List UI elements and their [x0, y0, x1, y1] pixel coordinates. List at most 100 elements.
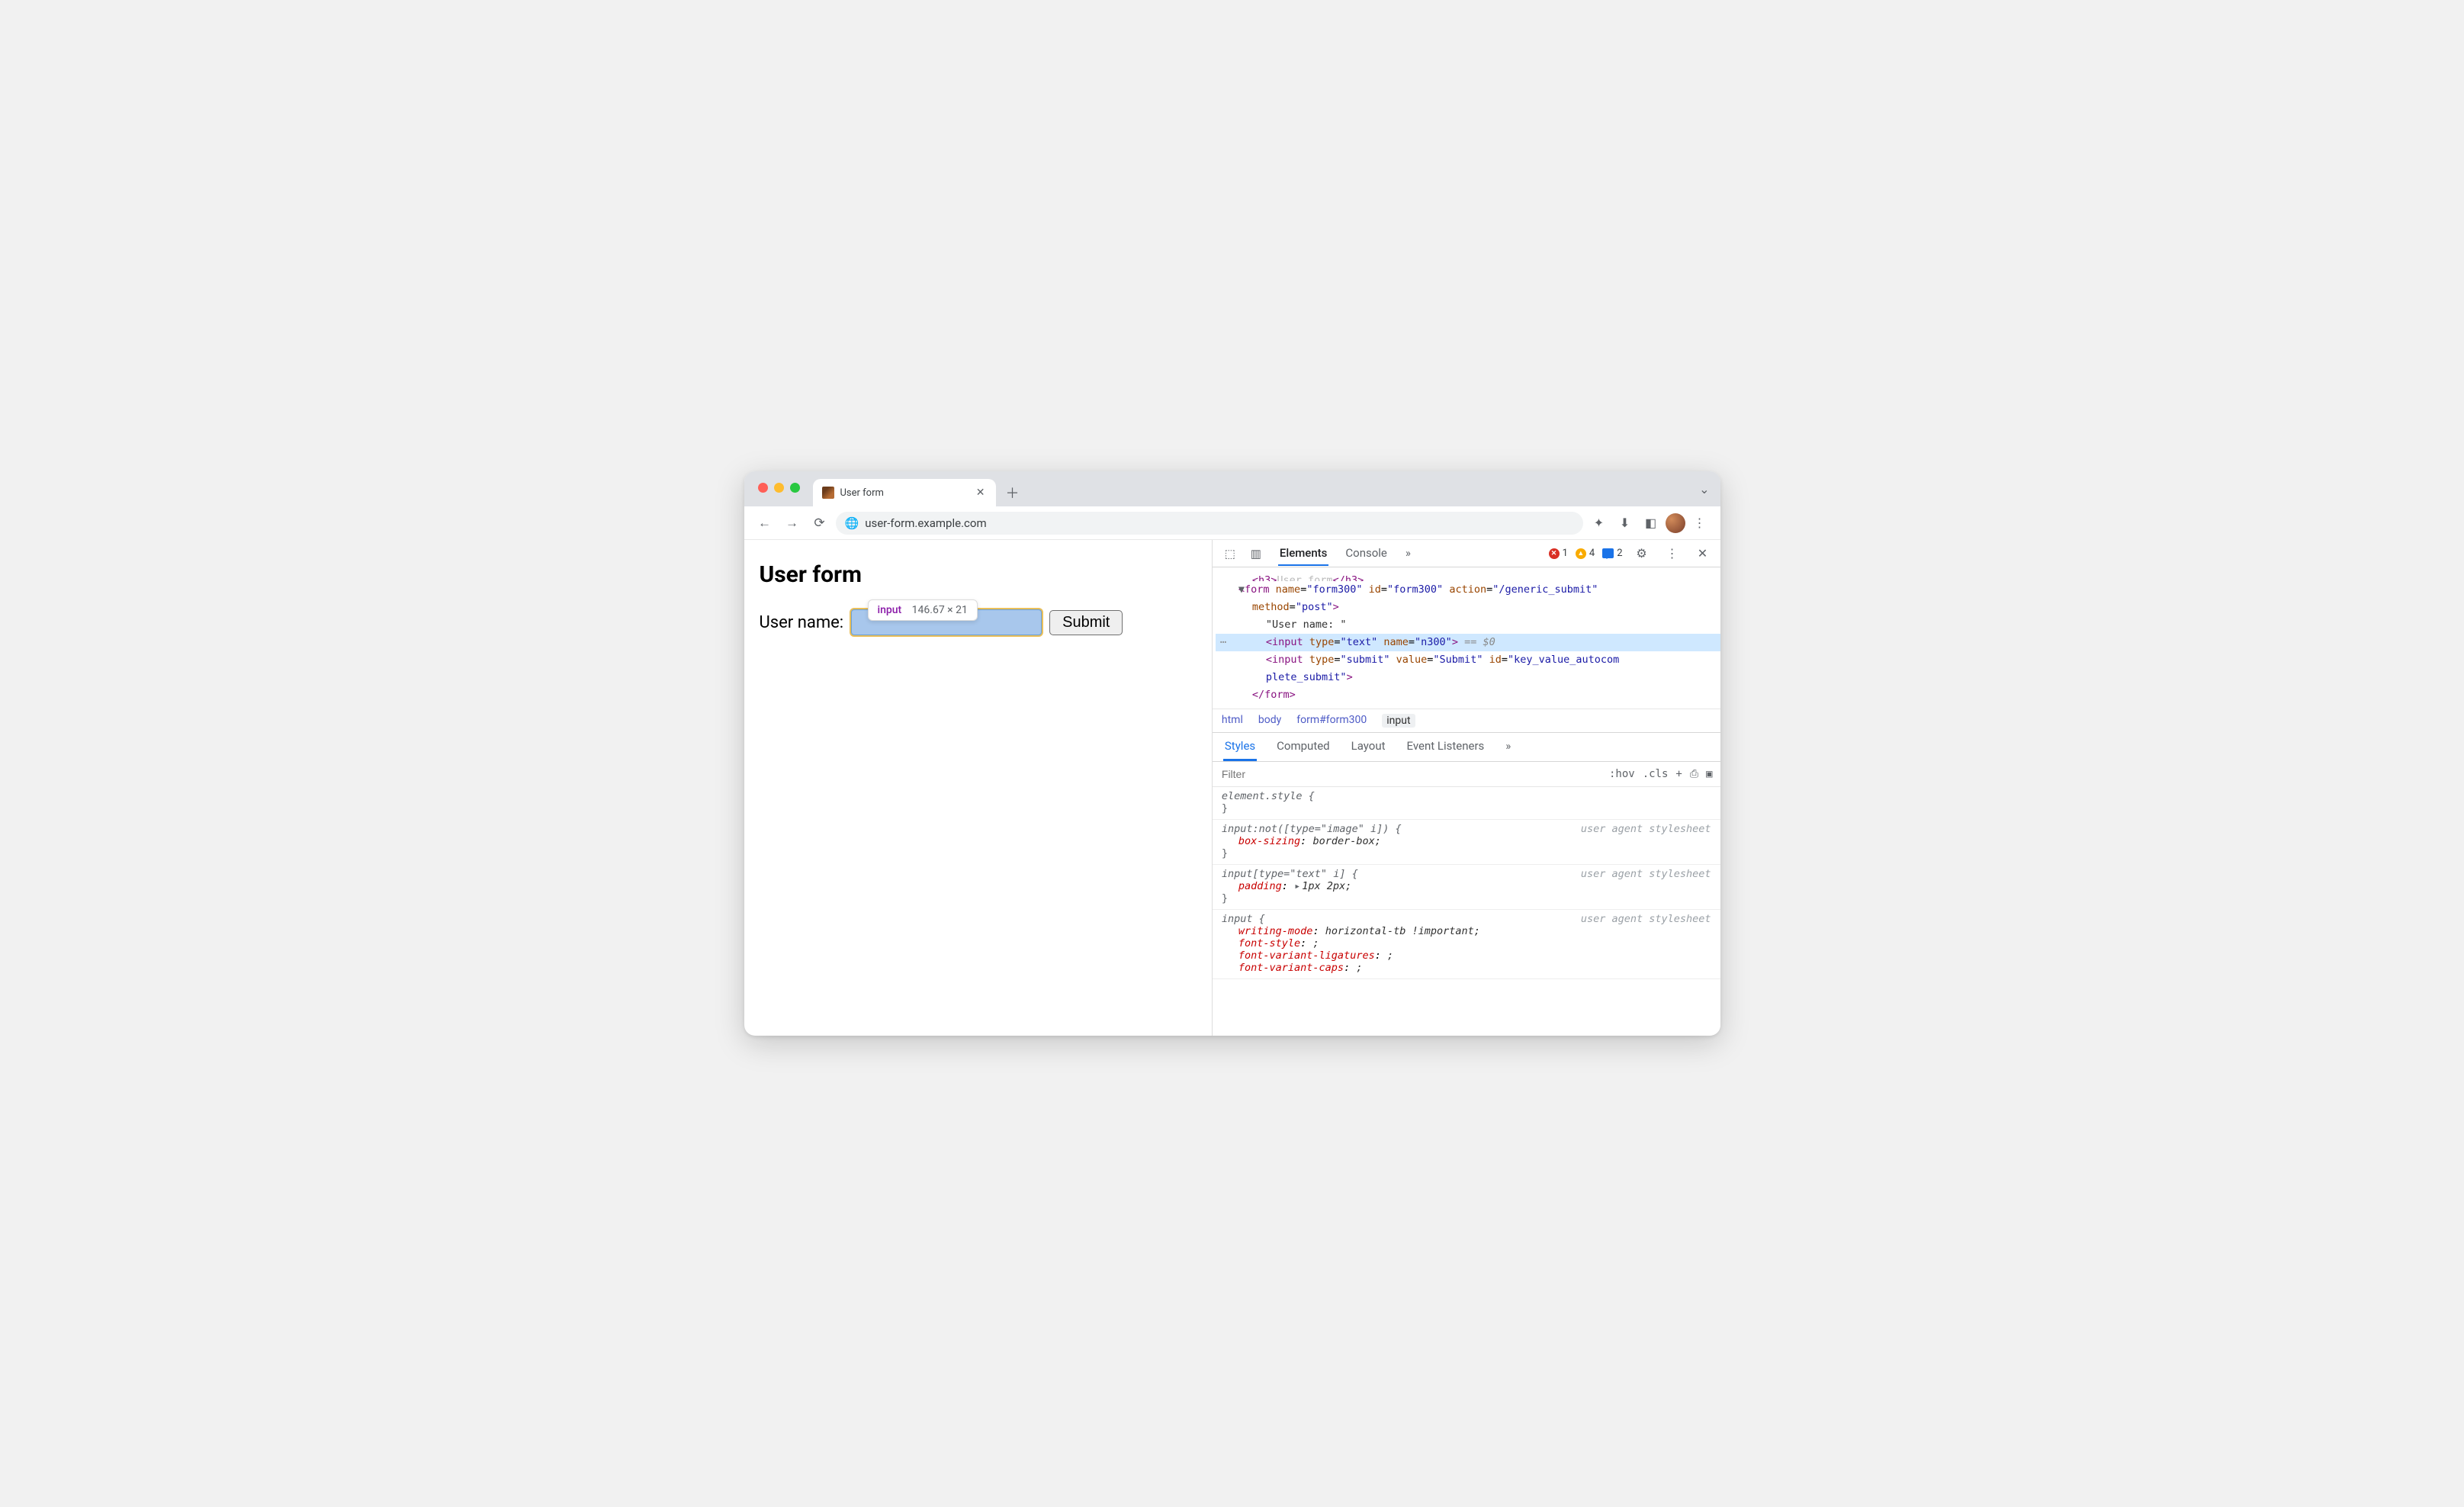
rule-val: border-box;: [1312, 835, 1380, 847]
breadcrumb: html body form#form300 input: [1213, 709, 1720, 733]
window-controls: [758, 483, 800, 493]
reload-button[interactable]: ⟳: [808, 512, 831, 535]
tabs-dropdown-button[interactable]: ⌄: [1699, 482, 1709, 496]
toggle-panel-icon[interactable]: ▣: [1706, 768, 1712, 780]
username-label: User name:: [760, 613, 844, 632]
devtools-tabs: Elements Console »: [1278, 541, 1412, 566]
rule-prop: font-style: [1238, 937, 1300, 950]
rule-input-text: input[type="text" i] { user agent stylesh…: [1213, 865, 1720, 910]
dom-selected-node[interactable]: <input type="text" name="n300"> == $0: [1216, 634, 1720, 651]
tab-styles[interactable]: Styles: [1223, 733, 1257, 761]
rule-selector: input {: [1222, 913, 1265, 925]
rule-close: }: [1222, 892, 1711, 905]
error-count: 1: [1563, 548, 1568, 559]
favicon-icon: [822, 487, 834, 499]
browser-window: User form ✕ ＋ ⌄ ← → ⟳ 🌐 user-form.exampl…: [744, 471, 1720, 1036]
new-tab-button[interactable]: ＋: [1002, 482, 1023, 503]
tab-more[interactable]: »: [1404, 541, 1412, 566]
page-viewport: User form input 146.67 × 21 User name: S…: [744, 540, 1213, 1036]
rule-input: input { user agent stylesheet writing-mod…: [1213, 910, 1720, 979]
devtools-panel: ⬚ ▥ Elements Console » ✕1 ▲4 2 ⚙ ⋮ ✕ <h3…: [1213, 540, 1720, 1036]
tab-event-listeners[interactable]: Event Listeners: [1405, 733, 1486, 761]
crumb-html[interactable]: html: [1222, 714, 1243, 728]
styles-filter-row: :hov .cls + ⎙ ▣: [1213, 762, 1720, 787]
tab-styles-more[interactable]: »: [1504, 733, 1512, 761]
page-heading: User form: [760, 561, 1197, 588]
rule-val: horizontal-tb !important;: [1325, 925, 1480, 937]
inspect-tooltip-size: 146.67 × 21: [912, 604, 968, 616]
rule-prop: writing-mode: [1238, 925, 1313, 937]
styles-tabs: Styles Computed Layout Event Listeners »: [1213, 733, 1720, 762]
warning-badge[interactable]: ▲4: [1576, 548, 1595, 559]
devtools-top-bar: ⬚ ▥ Elements Console » ✕1 ▲4 2 ⚙ ⋮ ✕: [1213, 540, 1720, 567]
tab-layout[interactable]: Layout: [1350, 733, 1387, 761]
submit-button[interactable]: Submit: [1049, 610, 1123, 635]
minimize-window-button[interactable]: [774, 483, 784, 493]
format-icon[interactable]: ⎙: [1690, 768, 1698, 780]
rule-close: }: [1222, 802, 1711, 815]
rule-source: user agent stylesheet: [1581, 913, 1711, 925]
rule-val: 1px 2px;: [1302, 880, 1351, 892]
rule-prop: box-sizing: [1238, 835, 1300, 847]
tab-computed[interactable]: Computed: [1275, 733, 1332, 761]
browser-tab[interactable]: User form ✕: [813, 479, 996, 506]
rule-selector: input[type="text" i] {: [1222, 868, 1358, 880]
rule-source: user agent stylesheet: [1581, 868, 1711, 880]
omnibox[interactable]: 🌐 user-form.example.com: [836, 512, 1583, 535]
downloads-icon[interactable]: ⬇: [1614, 512, 1637, 535]
crumb-form[interactable]: form#form300: [1296, 714, 1367, 728]
close-window-button[interactable]: [758, 483, 768, 493]
rule-close: }: [1222, 847, 1711, 860]
url-text: user-form.example.com: [865, 516, 986, 530]
styles-filter-tools: :hov .cls + ⎙ ▣: [1601, 768, 1720, 780]
rule-source: user agent stylesheet: [1581, 823, 1711, 835]
crumb-input[interactable]: input: [1382, 714, 1415, 728]
toolbar-right: ✦ ⬇ ◧ ⋮: [1588, 512, 1711, 535]
cls-toggle[interactable]: .cls: [1643, 768, 1669, 780]
device-toolbar-icon[interactable]: ▥: [1245, 542, 1267, 565]
messages-badge[interactable]: 2: [1602, 548, 1622, 559]
warning-count: 4: [1589, 548, 1595, 559]
devtools-top-right: ✕1 ▲4 2 ⚙ ⋮ ✕: [1549, 542, 1714, 565]
inspect-element-icon[interactable]: ⬚: [1219, 542, 1242, 565]
content-area: User form input 146.67 × 21 User name: S…: [744, 540, 1720, 1036]
rule-input-not-image: input:not([type="image" i]) { user agent …: [1213, 820, 1720, 865]
devtools-menu-icon[interactable]: ⋮: [1661, 542, 1684, 565]
new-rule-button[interactable]: +: [1675, 768, 1682, 780]
rule-val: ;: [1387, 950, 1393, 962]
profile-avatar[interactable]: [1666, 513, 1685, 533]
rule-prop: font-variant-ligatures: [1238, 950, 1375, 962]
dom-tree[interactable]: <h3>User form</h3> ▼<form name="form300"…: [1213, 567, 1720, 709]
close-tab-button[interactable]: ✕: [975, 487, 987, 499]
crumb-body[interactable]: body: [1258, 714, 1281, 728]
dom-s0-marker: == $0: [1458, 636, 1495, 648]
devtools-settings-icon[interactable]: ⚙: [1630, 542, 1653, 565]
error-badge[interactable]: ✕1: [1549, 548, 1568, 559]
site-info-icon[interactable]: 🌐: [845, 516, 859, 530]
sidepanel-icon[interactable]: ◧: [1640, 512, 1662, 535]
styles-rules[interactable]: element.style { } input:not([type="image…: [1213, 787, 1720, 1036]
inspect-tooltip-tag: input: [878, 604, 902, 616]
tab-strip: User form ✕ ＋ ⌄: [744, 471, 1720, 506]
rule-selector: input:not([type="image" i]) {: [1222, 823, 1402, 835]
rule-prop: padding: [1238, 880, 1282, 892]
styles-filter-input[interactable]: [1213, 762, 1601, 786]
hov-toggle[interactable]: :hov: [1609, 768, 1635, 780]
inspect-tooltip: input 146.67 × 21: [868, 599, 978, 621]
tab-elements[interactable]: Elements: [1278, 541, 1329, 566]
address-bar: ← → ⟳ 🌐 user-form.example.com ✦ ⬇ ◧ ⋮: [744, 506, 1720, 540]
rule-val: ;: [1356, 962, 1362, 974]
forward-button[interactable]: →: [781, 512, 804, 535]
dom-text-node: "User name: ": [1266, 619, 1347, 631]
rule-element-style: element.style { }: [1213, 787, 1720, 820]
rule-prop: font-variant-caps: [1238, 962, 1344, 974]
rule-val: ;: [1312, 937, 1319, 950]
form-row: User name: Submit: [760, 609, 1197, 635]
back-button[interactable]: ←: [753, 512, 776, 535]
fullscreen-window-button[interactable]: [790, 483, 800, 493]
chrome-menu-button[interactable]: ⋮: [1688, 512, 1711, 535]
extensions-icon[interactable]: ✦: [1588, 512, 1611, 535]
devtools-close-icon[interactable]: ✕: [1691, 542, 1714, 565]
rule-selector: element.style {: [1222, 790, 1315, 802]
tab-console[interactable]: Console: [1344, 541, 1389, 566]
